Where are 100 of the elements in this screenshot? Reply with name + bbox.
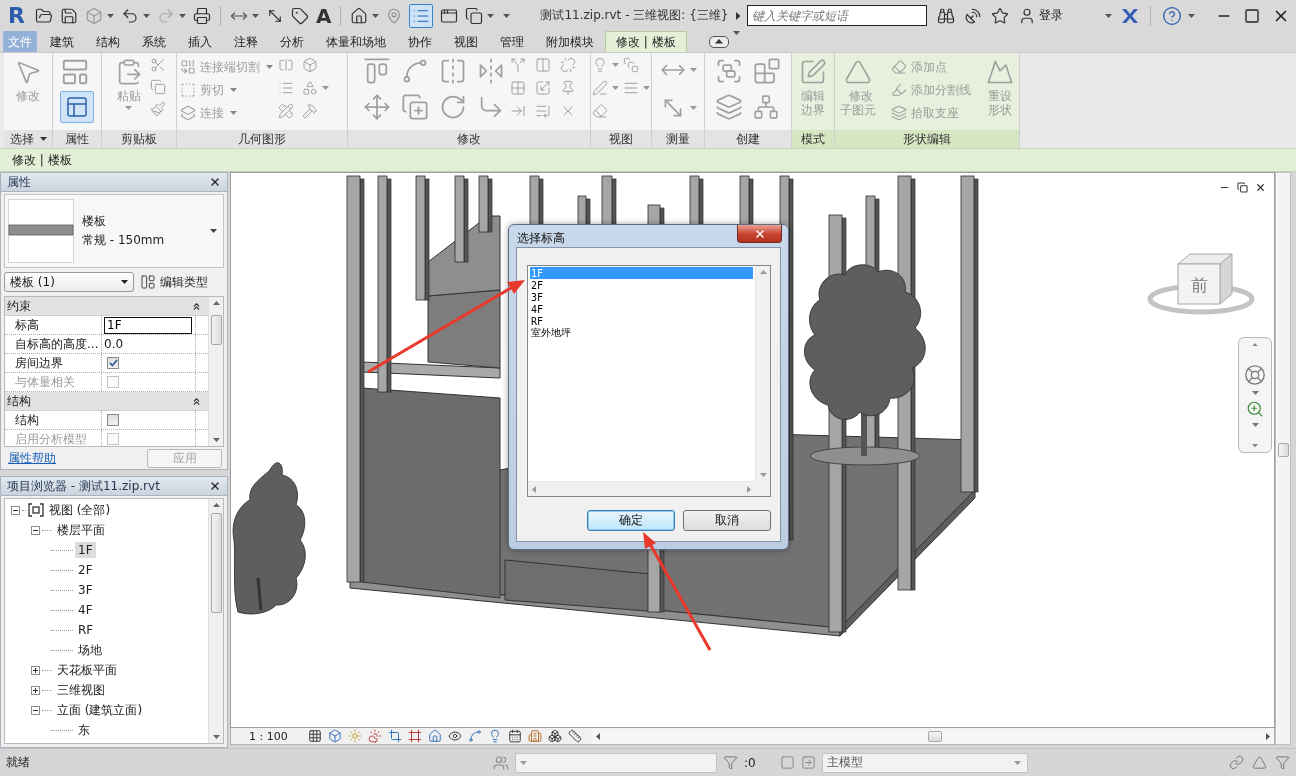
up-triangle-icon[interactable] — [714, 39, 723, 44]
calendar-icon[interactable] — [507, 729, 522, 743]
list-item[interactable]: 3F — [530, 291, 753, 303]
collapse-toggle-icon[interactable] — [31, 525, 40, 535]
square-icon[interactable] — [779, 755, 795, 770]
ribbon-tab[interactable]: 体量和场地 — [315, 31, 397, 52]
shapes-icon[interactable] — [302, 80, 318, 96]
lightbulb-icon[interactable] — [592, 57, 608, 73]
ribbon-tab[interactable]: 结构 — [85, 31, 131, 52]
copy-icon[interactable] — [465, 6, 484, 25]
ribbon-tab[interactable]: 协作 — [397, 31, 443, 52]
align-icon[interactable] — [362, 57, 391, 85]
save-icon[interactable] — [59, 6, 78, 25]
ruler-icon[interactable] — [567, 729, 582, 743]
satellite-dish-icon[interactable] — [964, 6, 982, 25]
property-group-header[interactable]: 结构 — [5, 392, 208, 411]
scroll-arrow-icon[interactable] — [212, 503, 220, 507]
user-icon[interactable] — [1018, 6, 1036, 25]
tree-item[interactable]: 楼层平面 — [54, 520, 108, 540]
type-selector[interactable]: 楼板 常规 - 150mm — [4, 194, 224, 268]
scroll-arrow-icon[interactable] — [1266, 732, 1270, 740]
tree-item[interactable]: 天花板平面 — [54, 660, 120, 680]
lines-icon[interactable] — [623, 80, 639, 96]
house-icon[interactable] — [350, 6, 369, 25]
view-cube[interactable] — [1147, 253, 1255, 315]
close-icon[interactable] — [1255, 182, 1266, 193]
cancel-button[interactable]: 取消 — [683, 510, 771, 531]
scrollbar-thumb[interactable] — [210, 513, 222, 613]
text-tool-glyph[interactable]: A — [315, 4, 332, 27]
folder-open-icon[interactable] — [34, 6, 53, 25]
close-icon[interactable] — [753, 227, 766, 240]
list-icon[interactable] — [278, 80, 294, 96]
arrow-to-line-icon[interactable] — [509, 103, 526, 119]
expand-toggle-icon[interactable] — [31, 665, 40, 675]
layout-blocks-icon[interactable] — [60, 57, 90, 87]
checkbox[interactable] — [107, 414, 119, 426]
edit-type-button[interactable]: 编辑类型 — [140, 273, 208, 291]
scrollbar[interactable] — [1275, 172, 1291, 745]
tree-item[interactable]: 4F — [75, 602, 96, 618]
scroll-arrow-icon[interactable] — [212, 735, 220, 739]
ribbon-tab[interactable]: 视图 — [443, 31, 489, 52]
map-pin-icon[interactable] — [386, 7, 403, 24]
tree-item[interactable]: 东 — [75, 720, 93, 740]
boxes-icon[interactable] — [547, 729, 562, 743]
chevrons-up-icon[interactable] — [191, 395, 202, 407]
stacked-squares-icon[interactable] — [623, 57, 639, 73]
sun-icon[interactable] — [347, 729, 362, 743]
expand-toggle-icon[interactable] — [31, 685, 40, 695]
pen-icon[interactable] — [592, 80, 608, 96]
list-item[interactable]: RF — [530, 315, 753, 327]
blocks-icon[interactable] — [753, 57, 781, 85]
scrollbar-thumb[interactable] — [927, 730, 942, 742]
scrollbar-thumb[interactable] — [1277, 443, 1289, 457]
ribbon-tab[interactable]: 修改 | 楼板 — [605, 31, 687, 52]
instance-dropdown[interactable]: 楼板 (1) — [4, 272, 134, 292]
scroll-arrow-icon[interactable] — [1252, 443, 1258, 447]
caret-icon[interactable] — [210, 229, 217, 233]
copy-plus-icon[interactable] — [400, 93, 429, 121]
collapse-toggle-icon[interactable] — [31, 705, 40, 715]
ribbon-tab[interactable]: 系统 — [131, 31, 177, 52]
undo-icon[interactable] — [120, 6, 139, 25]
scrollbar[interactable] — [208, 499, 223, 743]
help-icon[interactable] — [1162, 5, 1182, 26]
property-group-header[interactable]: 约束 — [5, 297, 208, 316]
view-scale[interactable]: 1 : 100 — [249, 729, 288, 743]
properties-help-link[interactable]: 属性帮助 — [8, 449, 56, 467]
building-icon[interactable] — [527, 729, 542, 743]
binoculars-icon[interactable] — [937, 6, 955, 25]
cube-icon[interactable] — [302, 57, 318, 73]
scissors-icon[interactable] — [149, 57, 166, 73]
workset-dropdown[interactable] — [515, 752, 717, 773]
close-button[interactable] — [737, 225, 782, 243]
link-icon[interactable] — [1229, 755, 1244, 770]
level-list[interactable]: 1F 2F 3F 4F RF 室外地坪 — [527, 265, 771, 497]
chevrons-up-icon[interactable] — [191, 300, 202, 312]
tree-item[interactable]: 视图 (全部) — [46, 500, 114, 520]
eye-icon[interactable] — [447, 729, 462, 743]
scrollbar[interactable] — [208, 297, 223, 446]
eraser-icon[interactable] — [592, 103, 608, 119]
split-square-icon[interactable] — [278, 57, 294, 73]
ok-button[interactable]: 确定 — [587, 510, 675, 531]
scroll-arrow-icon[interactable] — [595, 732, 600, 740]
panels-icon[interactable] — [140, 274, 156, 290]
tree-item[interactable]: 立面 (建筑立面) — [54, 700, 146, 720]
zoom-icon[interactable] — [1246, 399, 1264, 418]
scroll-arrow-icon[interactable] — [1252, 343, 1258, 347]
sign-in-button[interactable]: 登录 — [1018, 6, 1063, 25]
tree-item[interactable]: RF — [75, 622, 97, 638]
maximize-icon[interactable] — [1244, 7, 1260, 24]
filter-icon[interactable] — [1275, 755, 1290, 770]
ribbon-tab[interactable]: 插入 — [177, 31, 223, 52]
app-logo[interactable]: R — [8, 3, 25, 28]
move-arrows-icon[interactable] — [362, 93, 391, 121]
tag-icon[interactable] — [290, 6, 309, 25]
triangle-icon[interactable] — [1252, 755, 1267, 770]
caret-icon[interactable] — [121, 280, 128, 284]
filter-icon[interactable] — [723, 755, 738, 770]
list-item[interactable]: 2F — [530, 279, 753, 291]
wheel-icon[interactable] — [1244, 363, 1266, 386]
tree-item[interactable]: 场地 — [75, 640, 105, 660]
